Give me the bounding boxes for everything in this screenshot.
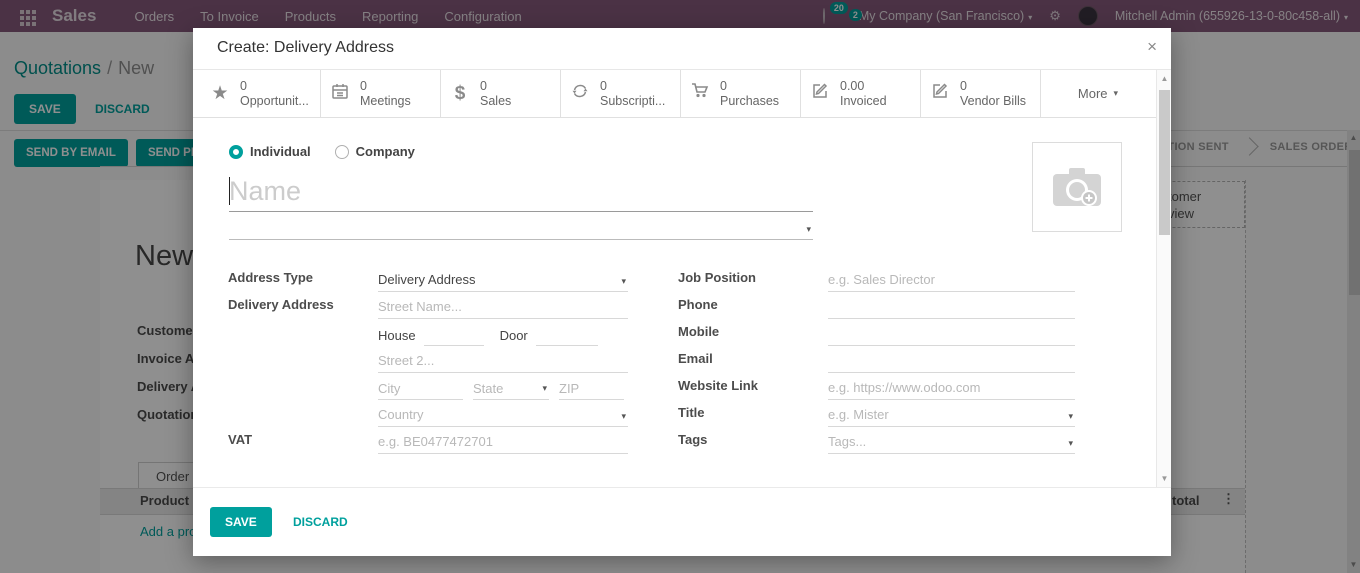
city-input[interactable] xyxy=(378,378,463,399)
street-field xyxy=(378,295,628,319)
label-phone: Phone xyxy=(678,297,718,312)
company-type-radios: Individual Company xyxy=(229,144,415,159)
country-select[interactable]: Country ▾ xyxy=(378,403,628,427)
modal-scrollbar[interactable]: ▲ ▼ xyxy=(1156,70,1171,487)
label-vat: VAT xyxy=(228,432,253,447)
phone-field xyxy=(828,295,1075,319)
zip-field xyxy=(559,378,624,400)
edit-pencil-icon xyxy=(809,82,831,105)
street2-input[interactable] xyxy=(378,349,628,372)
stat-button-vendor-bills[interactable]: 0 Vendor Bills xyxy=(921,70,1041,117)
more-dropdown-button[interactable]: More ▾ xyxy=(1041,70,1155,117)
city-field xyxy=(378,378,463,400)
refresh-icon xyxy=(569,82,591,105)
door-field xyxy=(535,324,598,346)
name-input[interactable] xyxy=(229,171,813,211)
mobile-field xyxy=(828,322,1075,346)
address-type-select[interactable]: Delivery Address ▾ xyxy=(378,268,628,292)
calendar-icon xyxy=(329,82,351,105)
house-input[interactable] xyxy=(423,324,484,345)
create-delivery-address-modal: Create: Delivery Address × ★ 0 Opportunit… xyxy=(193,28,1171,556)
chevron-down-icon: ▾ xyxy=(806,224,811,234)
close-icon[interactable]: × xyxy=(1147,37,1157,57)
modal-scrollbar-thumb[interactable] xyxy=(1159,90,1170,235)
edit-pencil-icon xyxy=(929,82,951,105)
name-field xyxy=(229,171,813,212)
chevron-down-icon: ▾ xyxy=(621,411,626,421)
stat-button-meetings[interactable]: 0 Meetings xyxy=(321,70,441,117)
chevron-down-icon: ▾ xyxy=(1068,438,1073,448)
chevron-down-icon: ▾ xyxy=(1113,88,1119,98)
job-position-input[interactable] xyxy=(828,268,1075,291)
label-mobile: Mobile xyxy=(678,324,720,339)
label-website-link: Website Link xyxy=(678,378,758,393)
label-tags: Tags xyxy=(678,432,708,447)
modal-footer: SAVE DISCARD xyxy=(193,487,1171,556)
modal-title: Create: Delivery Address xyxy=(217,39,394,56)
title-select[interactable]: e.g. Mister ▾ xyxy=(828,403,1075,427)
modal-header: Create: Delivery Address × xyxy=(193,28,1171,70)
camera-add-icon xyxy=(1053,168,1101,206)
house-field xyxy=(423,324,484,346)
stat-button-subscriptions[interactable]: 0 Subscripti... xyxy=(561,70,681,117)
vat-input[interactable] xyxy=(378,430,628,453)
stat-button-sales[interactable]: $ 0 Sales xyxy=(441,70,561,117)
modal-save-button[interactable]: SAVE xyxy=(210,507,272,537)
stat-button-purchases[interactable]: 0 Purchases xyxy=(681,70,801,117)
website-field xyxy=(828,376,1075,400)
website-input[interactable] xyxy=(828,376,1075,399)
door-input[interactable] xyxy=(535,324,598,345)
label-address-type: Address Type xyxy=(228,270,314,285)
chevron-down-icon: ▾ xyxy=(621,276,626,286)
scroll-up-icon[interactable]: ▲ xyxy=(1157,72,1172,86)
phone-input[interactable] xyxy=(828,295,1075,318)
label-title: Title xyxy=(678,405,705,420)
label-delivery-address: Delivery Address xyxy=(228,297,334,312)
radio-selected-icon xyxy=(229,144,243,159)
email-field xyxy=(828,349,1075,373)
company-select-field[interactable]: ▾ xyxy=(229,216,813,240)
stat-button-invoiced[interactable]: 0.00 Invoiced xyxy=(801,70,921,117)
mobile-input[interactable] xyxy=(828,322,1075,345)
house-door-row: House Door xyxy=(378,322,628,346)
state-select[interactable]: ▾ xyxy=(473,378,549,400)
state-input[interactable] xyxy=(473,378,549,399)
street2-field xyxy=(378,349,628,373)
vat-field xyxy=(378,430,628,454)
stat-button-row: ★ 0 Opportunit... 0 Meetings $ 0 Sales 0 Sub… xyxy=(193,70,1157,118)
city-state-zip-row: ▾ xyxy=(378,376,628,400)
photo-upload-button[interactable] xyxy=(1032,142,1122,232)
email-input[interactable] xyxy=(828,349,1075,372)
dollar-icon: $ xyxy=(454,82,466,104)
scroll-down-icon[interactable]: ▼ xyxy=(1157,472,1172,486)
label-house: House xyxy=(378,328,416,343)
stat-button-opportunities[interactable]: ★ 0 Opportunit... xyxy=(201,70,321,117)
chevron-down-icon: ▾ xyxy=(542,383,547,393)
cart-icon xyxy=(689,82,711,105)
job-position-field xyxy=(828,268,1075,292)
chevron-down-icon: ▾ xyxy=(1068,411,1073,421)
zip-input[interactable] xyxy=(559,378,624,399)
tags-select[interactable]: Tags... ▾ xyxy=(828,430,1075,454)
label-job-position: Job Position xyxy=(678,270,756,285)
radio-unselected-icon xyxy=(334,144,349,159)
radio-company[interactable]: Company xyxy=(334,144,415,159)
street-input[interactable] xyxy=(378,295,628,318)
text-cursor xyxy=(229,177,230,205)
star-icon: ★ xyxy=(211,83,229,104)
label-email: Email xyxy=(678,351,713,366)
label-door: Door xyxy=(499,328,528,343)
modal-discard-button[interactable]: DISCARD xyxy=(278,507,363,537)
radio-individual[interactable]: Individual xyxy=(229,144,311,159)
